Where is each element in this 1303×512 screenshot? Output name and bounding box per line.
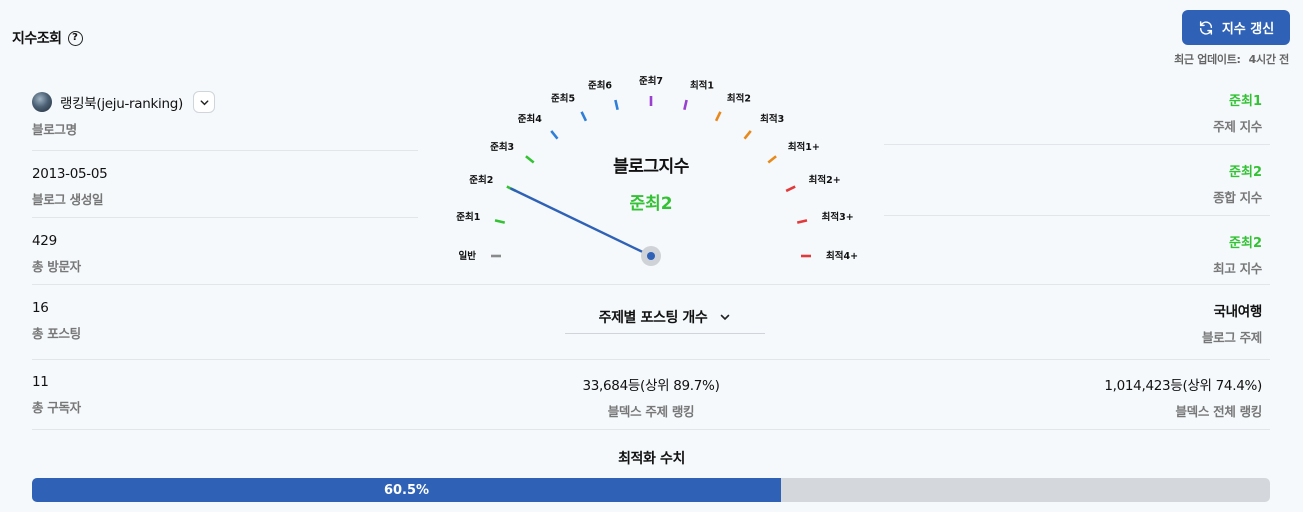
created-block: 2013-05-05 블로그 생성일 — [32, 166, 418, 208]
gauge-tick-label: 준최4 — [518, 113, 542, 125]
gauge-title-block: 블로그지수 준최2 — [540, 152, 762, 214]
optimization-progress-fill: 60.5% — [32, 478, 781, 502]
topic-index-value: 준최1 — [1229, 94, 1262, 109]
last-updated-label: 최근 업데이트: — [1174, 53, 1241, 66]
total-rank-label: 블덱스 전체 랭킹 — [1175, 404, 1262, 419]
gauge-tick — [743, 130, 752, 140]
chevron-down-icon — [721, 314, 730, 320]
visitors-block: 429 총 방문자 — [32, 233, 418, 275]
gauge-tick-label: 최적3 — [760, 113, 784, 125]
gauge-title: 블로그지수 — [613, 157, 689, 177]
blog-avatar — [32, 92, 52, 112]
last-updated-value: 4시간 전 — [1248, 53, 1290, 66]
divider — [32, 359, 1270, 360]
visitors-value: 429 — [32, 233, 57, 249]
gauge-tick-label: 최적2 — [727, 92, 751, 104]
gauge-tick — [767, 155, 777, 164]
blog-name-label: 블로그명 — [32, 122, 77, 137]
gauge-tick-label: 일반 — [459, 250, 477, 262]
gauge-tick-label: 준최7 — [639, 75, 663, 87]
optimization-title: 최적화 수치 — [618, 451, 685, 467]
gauge-tick — [714, 111, 722, 122]
blog-topic-block: 국내여행 블로그 주제 — [962, 300, 1262, 346]
divider — [32, 284, 1270, 285]
created-value: 2013-05-05 — [32, 166, 108, 182]
gauge-tick-label: 준최5 — [551, 92, 575, 104]
chevron-down-icon — [200, 99, 208, 105]
divider — [884, 215, 1270, 216]
posts-value: 16 — [32, 300, 49, 316]
gauge-current-value: 준최2 — [629, 194, 673, 214]
overall-index-block: 준최2 종합 지수 — [962, 161, 1262, 206]
refresh-icon — [1199, 20, 1212, 35]
max-index-label: 최고 지수 — [1213, 261, 1262, 276]
refresh-button-label: 지수 갱신 — [1221, 22, 1275, 37]
page-title: 지수조회 — [12, 31, 62, 47]
gauge-tick-label: 최적1+ — [788, 141, 820, 153]
gauge-tick — [580, 111, 588, 122]
page-header: 지수조회 ? — [12, 28, 83, 48]
divider — [32, 150, 418, 151]
optimization-percent: 60.5% — [383, 482, 430, 498]
topic-rank-block: 33,684등(상위 89.7%) 블덱스 주제 랭킹 — [440, 374, 862, 420]
gauge-tick — [494, 219, 506, 224]
gauge-tick-label: 준최2 — [469, 174, 493, 186]
blog-name-value: 랭킹북(jeju-ranking) — [60, 96, 184, 112]
posts-label: 총 포스팅 — [32, 326, 81, 341]
total-rank-block: 1,014,423등(상위 74.4%) 블덱스 전체 랭킹 — [962, 374, 1262, 420]
last-updated: 최근 업데이트: 4시간 전 — [1174, 51, 1289, 67]
gauge-tick — [683, 99, 688, 111]
subscribers-label: 총 구독자 — [32, 400, 81, 415]
subscribers-block: 11 총 구독자 — [32, 374, 418, 416]
max-index-value: 준최2 — [1229, 236, 1262, 251]
topic-rank-label: 블덱스 주제 랭킹 — [607, 404, 695, 419]
topic-rank-value: 33,684등(상위 89.7%) — [582, 378, 720, 394]
divider — [32, 217, 418, 218]
gauge-tick — [525, 155, 535, 164]
overall-index-value: 준최2 — [1229, 165, 1262, 180]
topic-select-label: 주제별 포스팅 개수 — [598, 309, 708, 326]
blog-index-page: 지수조회 ? 지수 갱신 최근 업데이트: 4시간 전 랭킹북(jeju-rank… — [0, 0, 1303, 512]
help-icon[interactable]: ? — [67, 30, 83, 46]
divider — [32, 429, 1270, 430]
gauge-tick-label: 최적1 — [690, 79, 714, 91]
gauge-tick-label: 최적3+ — [822, 211, 854, 223]
posts-block: 16 총 포스팅 — [32, 300, 418, 342]
subscribers-value: 11 — [32, 374, 49, 390]
total-rank-value: 1,014,423등(상위 74.4%) — [1104, 378, 1262, 394]
gauge-tick — [550, 130, 559, 140]
refresh-index-button[interactable]: 지수 갱신 — [1182, 10, 1290, 45]
gauge-tick-label: 준최6 — [588, 79, 612, 91]
topic-index-label: 주제 지수 — [1213, 119, 1262, 134]
gauge-tick-label: 최적4+ — [826, 250, 858, 262]
divider — [884, 144, 1270, 145]
gauge-tick — [614, 99, 619, 111]
visitors-label: 총 방문자 — [32, 259, 81, 274]
gauge-hub-dot — [647, 252, 655, 260]
topic-posting-count-select[interactable]: 주제별 포스팅 개수 — [565, 300, 765, 334]
blog-select-dropdown[interactable] — [193, 91, 216, 113]
optimization-progress-bar: 60.5% — [32, 478, 1270, 502]
gauge-tick-label: 준최1 — [456, 211, 480, 223]
gauge-tick-label: 준최3 — [490, 141, 514, 153]
max-index-block: 준최2 최고 지수 — [962, 232, 1262, 277]
blog-name-block: 랭킹북(jeju-ranking) 블로그명 — [32, 91, 418, 138]
blog-topic-label: 블로그 주제 — [1201, 330, 1262, 345]
blog-topic-value: 국내여행 — [1213, 304, 1263, 320]
created-label: 블로그 생성일 — [32, 192, 104, 207]
gauge-tick — [785, 185, 796, 193]
gauge-tick-label: 최적2+ — [809, 174, 841, 186]
overall-index-label: 종합 지수 — [1213, 190, 1262, 205]
gauge-tick — [796, 219, 808, 224]
topic-index-block: 준최1 주제 지수 — [962, 90, 1262, 135]
